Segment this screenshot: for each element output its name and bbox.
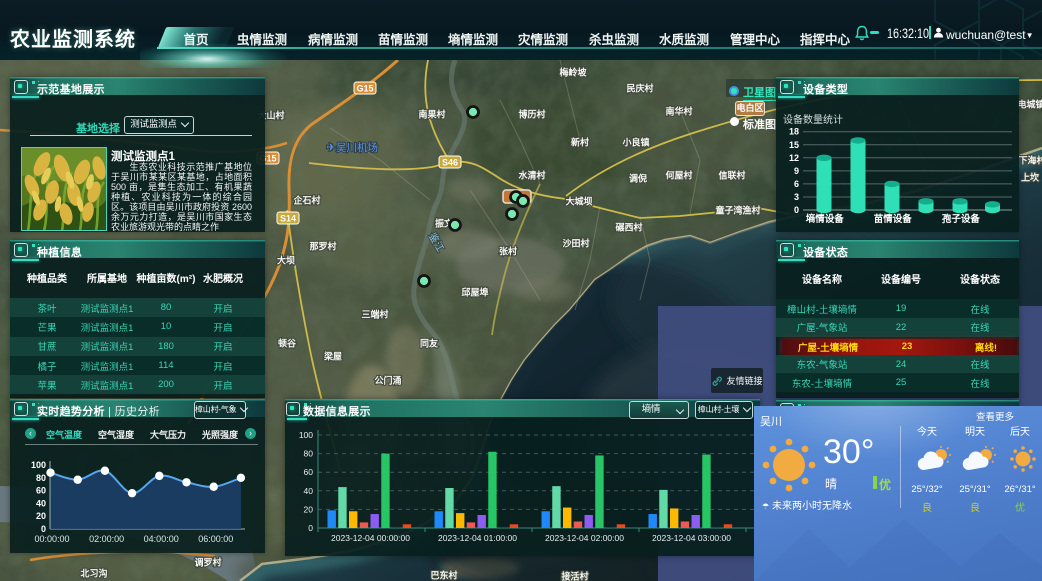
- svg-text:0: 0: [41, 524, 46, 534]
- svg-text:何屋村: 何屋村: [665, 170, 692, 181]
- svg-text:S14: S14: [280, 214, 296, 224]
- svg-text:下海村: 下海村: [1018, 155, 1042, 166]
- svg-text:00:00:00: 00:00:00: [34, 534, 69, 544]
- svg-text:04:00:00: 04:00:00: [144, 534, 179, 544]
- svg-text:调罗村: 调罗村: [194, 557, 221, 568]
- svg-text:20: 20: [36, 511, 46, 521]
- svg-text:100: 100: [31, 460, 46, 470]
- svg-text:40: 40: [304, 486, 314, 496]
- svg-text:60: 60: [36, 486, 46, 496]
- svg-text:大城坝: 大城坝: [565, 196, 592, 207]
- svg-text:6: 6: [794, 179, 799, 189]
- svg-text:S46: S46: [442, 158, 458, 168]
- svg-text:G15: G15: [356, 84, 373, 94]
- svg-text:大坝: 大坝: [277, 255, 295, 266]
- svg-text:02:00:00: 02:00:00: [89, 534, 124, 544]
- svg-text:童子湾渔村: 童子湾渔村: [715, 205, 760, 216]
- svg-text:博历村: 博历村: [518, 109, 545, 120]
- svg-text:邱屋埠: 邱屋埠: [461, 287, 488, 298]
- svg-text:2023-12-04 02:00:00: 2023-12-04 02:00:00: [545, 533, 624, 543]
- svg-text:梁屋: 梁屋: [323, 351, 342, 362]
- svg-text:张村: 张村: [499, 246, 517, 257]
- svg-text:18: 18: [789, 127, 799, 137]
- svg-text:15: 15: [789, 140, 799, 150]
- svg-text:公门涌: 公门涌: [374, 375, 401, 386]
- svg-text:信联村: 信联村: [718, 170, 745, 181]
- svg-text:企石村: 企石村: [292, 195, 320, 206]
- svg-text:电城镇: 电城镇: [1017, 99, 1042, 110]
- svg-text:三端村: 三端村: [361, 309, 388, 320]
- svg-text:沙田村: 沙田村: [562, 238, 589, 249]
- svg-text:同友: 同友: [420, 338, 438, 349]
- svg-text:2023-12-04 03:00:00: 2023-12-04 03:00:00: [652, 533, 731, 543]
- svg-text:小良镇: 小良镇: [621, 137, 649, 148]
- svg-text:40: 40: [36, 498, 46, 508]
- svg-text:80: 80: [304, 449, 314, 459]
- svg-text:2023-12-04 00:00:00: 2023-12-04 00:00:00: [331, 533, 410, 543]
- svg-text:吴川机场: 吴川机场: [336, 141, 378, 154]
- svg-text:顿谷: 顿谷: [278, 338, 297, 349]
- svg-text:南华村: 南华村: [665, 106, 692, 117]
- svg-text:新村: 新村: [571, 137, 589, 148]
- svg-text:9: 9: [794, 166, 799, 176]
- svg-text:0: 0: [308, 523, 313, 533]
- svg-text:水清村: 水清村: [518, 170, 545, 181]
- svg-text:孢子设备: 孢子设备: [942, 213, 981, 225]
- svg-text:北习沟: 北习沟: [80, 568, 107, 579]
- svg-text:巴东村: 巴东村: [430, 570, 457, 581]
- svg-text:梅岭坡: 梅岭坡: [559, 67, 587, 78]
- svg-text:3: 3: [794, 192, 799, 202]
- svg-text:20: 20: [304, 504, 314, 514]
- svg-text:0: 0: [794, 205, 799, 215]
- svg-text:碾西村: 碾西村: [615, 222, 642, 233]
- svg-text:上坎: 上坎: [1021, 172, 1040, 183]
- svg-text:100: 100: [299, 430, 313, 440]
- svg-text:06:00:00: 06:00:00: [198, 534, 233, 544]
- svg-text:调倪: 调倪: [629, 173, 647, 184]
- svg-text:60: 60: [304, 467, 314, 477]
- svg-text:墒情设备: 墒情设备: [806, 213, 845, 225]
- svg-text:民庆村: 民庆村: [626, 83, 653, 94]
- svg-text:✈: ✈: [326, 142, 335, 154]
- svg-text:2023-12-04 01:00:00: 2023-12-04 01:00:00: [438, 533, 517, 543]
- svg-text:接活村: 接活村: [561, 571, 588, 581]
- svg-text:那罗村: 那罗村: [309, 241, 336, 252]
- svg-text:苗情设备: 苗情设备: [874, 213, 913, 225]
- svg-text:12: 12: [789, 153, 799, 163]
- svg-text:南果村: 南果村: [418, 109, 445, 120]
- svg-text:80: 80: [36, 473, 46, 483]
